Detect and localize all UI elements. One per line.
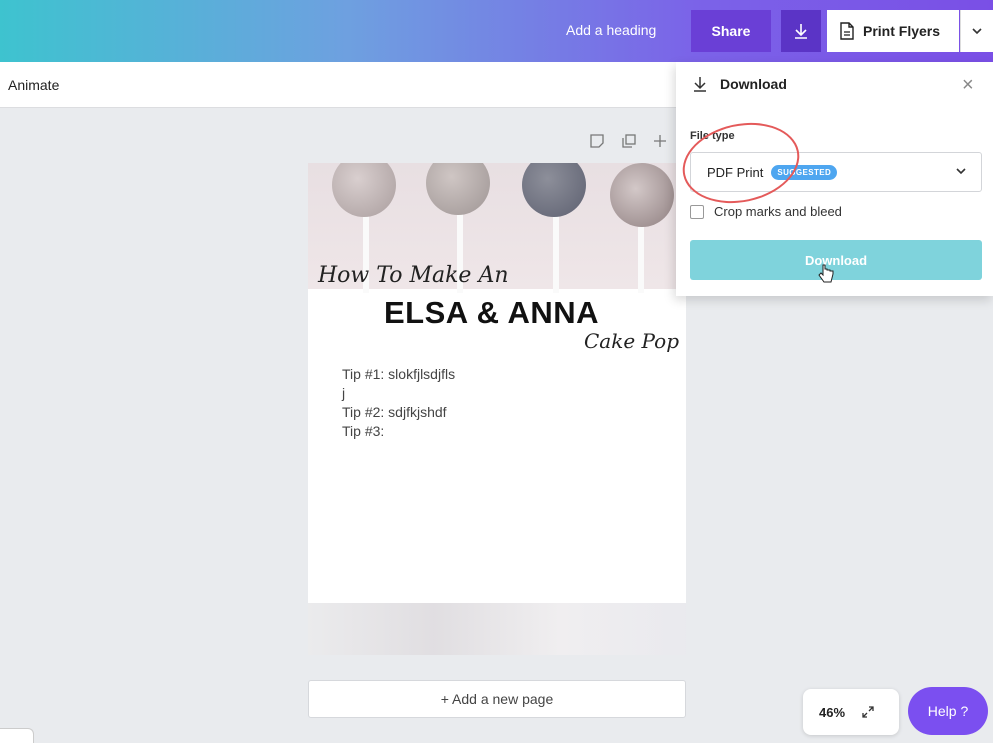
help-button[interactable]: Help ? bbox=[908, 687, 988, 735]
crop-marks-label: Crop marks and bleed bbox=[714, 204, 842, 219]
design-title: ELSA & ANNA bbox=[384, 295, 600, 330]
design-tips: Tip #1: slokfjlsdjfls j Tip #2: sdjfkjsh… bbox=[342, 365, 455, 441]
download-icon bbox=[694, 77, 706, 92]
download-button[interactable] bbox=[781, 10, 821, 52]
duplicate-icon[interactable] bbox=[622, 134, 636, 148]
download-panel-title: Download bbox=[720, 76, 787, 92]
tip-line: j bbox=[342, 385, 346, 401]
zoom-control[interactable]: 46% bbox=[803, 689, 899, 735]
print-flyers-label: Print Flyers bbox=[863, 23, 941, 39]
add-heading-link[interactable]: Add a heading bbox=[566, 22, 656, 38]
add-icon[interactable] bbox=[654, 135, 666, 147]
design-script-line2: Cake Pop bbox=[584, 329, 680, 353]
share-button[interactable]: Share bbox=[691, 10, 771, 52]
download-submit-button[interactable]: Download bbox=[690, 240, 982, 280]
download-icon bbox=[795, 24, 807, 39]
print-document-icon bbox=[840, 22, 854, 40]
chevron-down-icon bbox=[972, 28, 982, 35]
tip-line: Tip #3: bbox=[342, 423, 385, 439]
animate-button[interactable]: Animate bbox=[8, 77, 59, 93]
crop-marks-option[interactable]: Crop marks and bleed bbox=[690, 204, 842, 219]
download-panel-header: Download bbox=[692, 76, 787, 92]
zoom-value: 46% bbox=[819, 704, 846, 720]
crop-marks-checkbox[interactable] bbox=[690, 204, 704, 219]
print-flyers-button[interactable]: Print Flyers bbox=[827, 10, 959, 52]
chevron-down-icon bbox=[956, 168, 966, 175]
tip-line: Tip #2: sdjfkjshdf bbox=[342, 404, 447, 420]
top-toolbar: Add a heading Share Print Flyers bbox=[0, 0, 993, 62]
tip-line: Tip #1: slokfjlsdjfls bbox=[342, 366, 456, 382]
design-script-line1: How To Make An bbox=[318, 263, 509, 288]
print-options-dropdown[interactable] bbox=[960, 10, 993, 52]
bottom-photo-strip bbox=[308, 603, 686, 655]
close-icon[interactable]: × bbox=[962, 75, 974, 95]
hand-cursor-icon bbox=[818, 264, 834, 283]
design-page[interactable]: How To Make An ELSA & ANNA Cake Pop Tip … bbox=[308, 163, 686, 655]
note-icon[interactable] bbox=[590, 134, 604, 148]
expand-icon[interactable] bbox=[861, 705, 875, 719]
add-page-button[interactable]: + Add a new page bbox=[308, 680, 686, 718]
page-tools bbox=[590, 134, 666, 148]
corner-tab[interactable] bbox=[0, 728, 34, 743]
